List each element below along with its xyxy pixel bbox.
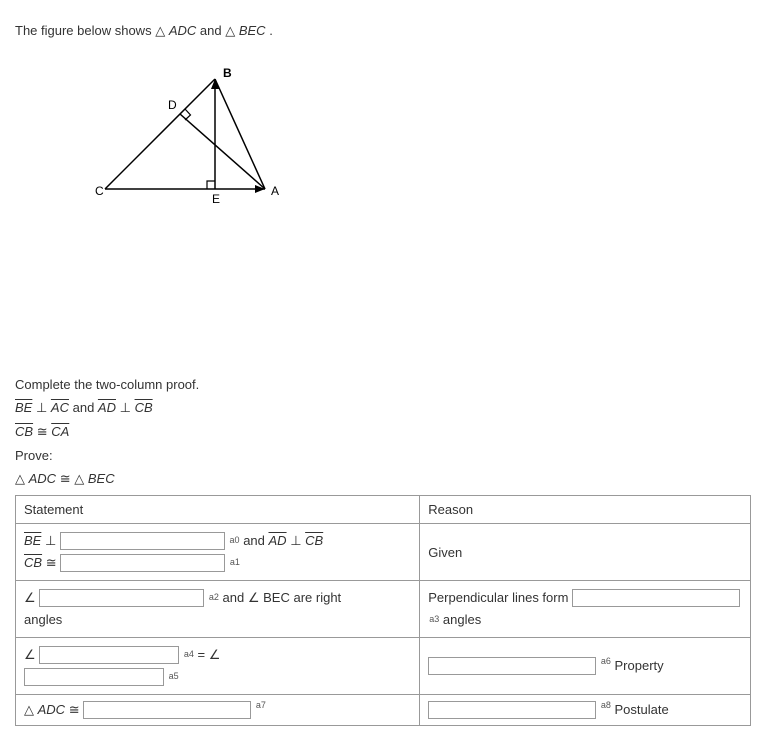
sup-a3: a3: [429, 614, 439, 624]
prove-label: Prove:: [15, 448, 751, 463]
given1-and: and: [73, 400, 98, 415]
row1-and: and: [243, 533, 268, 548]
triangle-symbol: △: [225, 23, 235, 38]
sup-a8: a8: [601, 700, 611, 710]
intro-prefix: The figure below shows: [15, 23, 155, 38]
row2-bec: BEC are right: [263, 590, 341, 605]
triangle-bec: BEC: [239, 23, 266, 38]
prove-statement: △ ADC ≅ △ BEC: [15, 471, 751, 487]
row2-and: and: [223, 590, 248, 605]
row1-be: BE: [24, 533, 41, 548]
label-a: A: [271, 184, 279, 198]
seg-cb: CB: [135, 400, 153, 415]
given-line-2: CB ≅ CA: [15, 424, 751, 440]
sup-a2: a2: [209, 592, 219, 602]
sup-a6: a6: [601, 656, 611, 666]
angle-symbol: ∠: [248, 590, 260, 605]
row2-statement: ∠ a2 and ∠ BEC are right angles: [16, 581, 420, 638]
row2-angles: angles: [24, 612, 62, 627]
angle-symbol: ∠: [24, 647, 36, 662]
figure-container: B D C A E: [85, 59, 751, 209]
perp-symbol: ⊥: [290, 533, 301, 548]
seg-ad: AD: [98, 400, 116, 415]
sup-a5: a5: [169, 671, 179, 681]
complete-instruction: Complete the two-column proof.: [15, 377, 751, 392]
header-reason: Reason: [420, 496, 751, 524]
proof-table: Statement Reason BE ⊥ a0 and AD ⊥ CB CB: [15, 495, 751, 726]
given-section: Complete the two-column proof. BE ⊥ AC a…: [15, 377, 751, 487]
row2-reason-b: angles: [443, 612, 481, 627]
intro-text: The figure below shows △ ADC and △ BEC .: [15, 23, 751, 39]
answer-input-3[interactable]: [572, 589, 740, 607]
answer-input-8[interactable]: [428, 701, 596, 719]
intro-and: and: [200, 23, 225, 38]
cong-symbol: ≅: [37, 424, 48, 439]
sup-a4: a4: [184, 649, 194, 659]
table-header-row: Statement Reason: [16, 496, 751, 524]
angle-symbol: ∠: [24, 590, 36, 605]
row4-reason: a8 Postulate: [420, 695, 751, 726]
cong-symbol: ≅: [46, 555, 57, 570]
row3-reason: a6 Property: [420, 638, 751, 695]
triangle-symbol: △: [15, 471, 25, 486]
answer-input-6[interactable]: [428, 657, 596, 675]
answer-input-0[interactable]: [60, 532, 225, 550]
row2-reason: Perpendicular lines form a3 angles: [420, 581, 751, 638]
label-d: D: [168, 98, 177, 112]
perp-symbol: ⊥: [45, 533, 56, 548]
row3-reason-suffix: Property: [615, 658, 664, 673]
label-b: B: [223, 66, 232, 80]
seg-cb2: CB: [15, 424, 33, 439]
table-row: BE ⊥ a0 and AD ⊥ CB CB ≅ a1: [16, 524, 751, 581]
row1-cb2: CB: [24, 555, 42, 570]
seg-ca: CA: [51, 424, 69, 439]
perp-symbol: ⊥: [36, 400, 47, 415]
sup-a0: a0: [230, 535, 240, 545]
angle-symbol: ∠: [209, 647, 221, 662]
triangle-figure: B D C A E: [85, 59, 305, 209]
sup-a7: a7: [256, 700, 266, 710]
row4-statement: △ ADC ≅ a7: [16, 695, 420, 726]
row1-statement: BE ⊥ a0 and AD ⊥ CB CB ≅ a1: [16, 524, 420, 581]
row3-eq: =: [198, 647, 209, 662]
sup-a1: a1: [230, 557, 240, 567]
answer-input-4[interactable]: [39, 646, 179, 664]
cong-symbol: ≅: [60, 471, 71, 486]
triangle-adc: ADC: [169, 23, 196, 38]
row4-adc: ADC: [38, 702, 65, 717]
prove-bec: BEC: [88, 471, 115, 486]
answer-input-1[interactable]: [60, 554, 225, 572]
table-row: △ ADC ≅ a7 a8 Postulate: [16, 695, 751, 726]
answer-input-5[interactable]: [24, 668, 164, 686]
triangle-symbol: △: [155, 23, 165, 38]
row1-cb: CB: [305, 533, 323, 548]
answer-input-7[interactable]: [83, 701, 251, 719]
table-row: ∠ a2 and ∠ BEC are right angles Perpendi…: [16, 581, 751, 638]
prove-adc: ADC: [29, 471, 56, 486]
header-statement: Statement: [16, 496, 420, 524]
row1-ad: AD: [269, 533, 287, 548]
row1-reason: Given: [420, 524, 751, 581]
row3-statement: ∠ a4 = ∠ a5: [16, 638, 420, 695]
intro-period: .: [269, 23, 273, 38]
row4-reason-suffix: Postulate: [615, 702, 669, 717]
perp-symbol: ⊥: [120, 400, 131, 415]
table-row: ∠ a4 = ∠ a5 a6 Property: [16, 638, 751, 695]
given-line-1: BE ⊥ AC and AD ⊥ CB: [15, 400, 751, 416]
row2-reason-a: Perpendicular lines form: [428, 590, 572, 605]
answer-input-2[interactable]: [39, 589, 204, 607]
triangle-symbol: △: [74, 471, 84, 486]
triangle-symbol: △: [24, 702, 34, 717]
label-c: C: [95, 184, 104, 198]
seg-be: BE: [15, 400, 32, 415]
seg-ac: AC: [51, 400, 69, 415]
label-e: E: [212, 192, 220, 206]
cong-symbol: ≅: [69, 702, 80, 717]
